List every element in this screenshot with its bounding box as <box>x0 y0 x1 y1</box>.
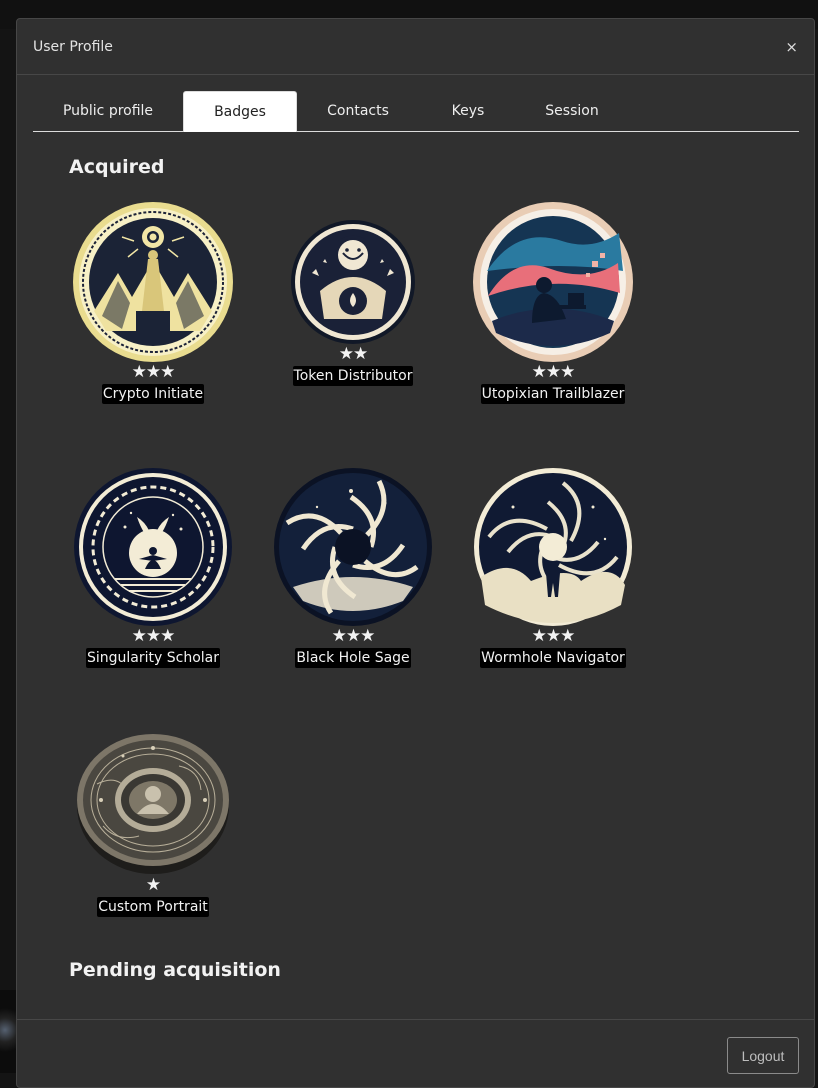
tab-public-profile[interactable]: Public profile <box>33 91 183 132</box>
token-distributor-icon <box>291 220 415 344</box>
utopixian-trailblazer-icon <box>473 202 633 362</box>
badge-stars: ★★★ <box>331 626 376 646</box>
badge-stars: ★★★ <box>131 626 176 646</box>
badge-stars: ★★ <box>338 344 368 364</box>
tab-session[interactable]: Session <box>517 91 627 132</box>
badge-crypto-initiate[interactable]: ★★★ Crypto Initiate <box>63 201 243 404</box>
close-icon[interactable]: × <box>785 38 798 56</box>
custom-portrait-icon <box>77 734 229 874</box>
badge-name: Black Hole Sage <box>295 648 411 668</box>
badge-token-distributor[interactable]: ★★ Token Distributor <box>263 219 443 386</box>
pending-heading: Pending acquisition <box>69 959 281 981</box>
badge-name: Token Distributor <box>292 366 414 386</box>
badge-name: Wormhole Navigator <box>480 648 626 668</box>
modal-footer-divider <box>17 1019 814 1020</box>
badge-black-hole-sage[interactable]: ★★★ Black Hole Sage <box>263 467 443 668</box>
tab-badges[interactable]: Badges <box>183 91 297 132</box>
badge-utopixian-trailblazer[interactable]: ★★★ Utopixian Trailblazer <box>463 201 643 404</box>
badge-name: Utopixian Trailblazer <box>480 384 626 404</box>
black-hole-sage-icon <box>274 468 432 626</box>
badge-stars: ★ <box>145 875 161 895</box>
crypto-initiate-icon <box>73 202 233 362</box>
badge-name: Crypto Initiate <box>101 384 205 404</box>
badge-custom-portrait[interactable]: ★ Custom Portrait <box>63 726 243 917</box>
tab-contacts[interactable]: Contacts <box>297 91 419 132</box>
acquired-heading: Acquired <box>69 156 165 178</box>
tab-bar: Public profile Badges Contacts Keys Sess… <box>33 91 799 132</box>
badge-stars: ★★★ <box>531 362 576 382</box>
badge-name: Custom Portrait <box>97 897 209 917</box>
badge-name: Singularity Scholar <box>86 648 220 668</box>
tab-keys[interactable]: Keys <box>419 91 517 132</box>
modal-header: User Profile × <box>17 19 814 75</box>
modal-title: User Profile <box>33 38 113 55</box>
singularity-scholar-icon <box>74 468 232 626</box>
wormhole-navigator-icon <box>474 468 632 626</box>
badge-wormhole-navigator[interactable]: ★★★ Wormhole Navigator <box>463 467 643 668</box>
user-profile-modal: User Profile × Public profile Badges Con… <box>16 18 815 1088</box>
badge-stars: ★★★ <box>531 626 576 646</box>
badge-stars: ★★★ <box>131 362 176 382</box>
logout-button[interactable]: Logout <box>727 1037 799 1074</box>
badge-singularity-scholar[interactable]: ★★★ Singularity Scholar <box>63 467 243 668</box>
